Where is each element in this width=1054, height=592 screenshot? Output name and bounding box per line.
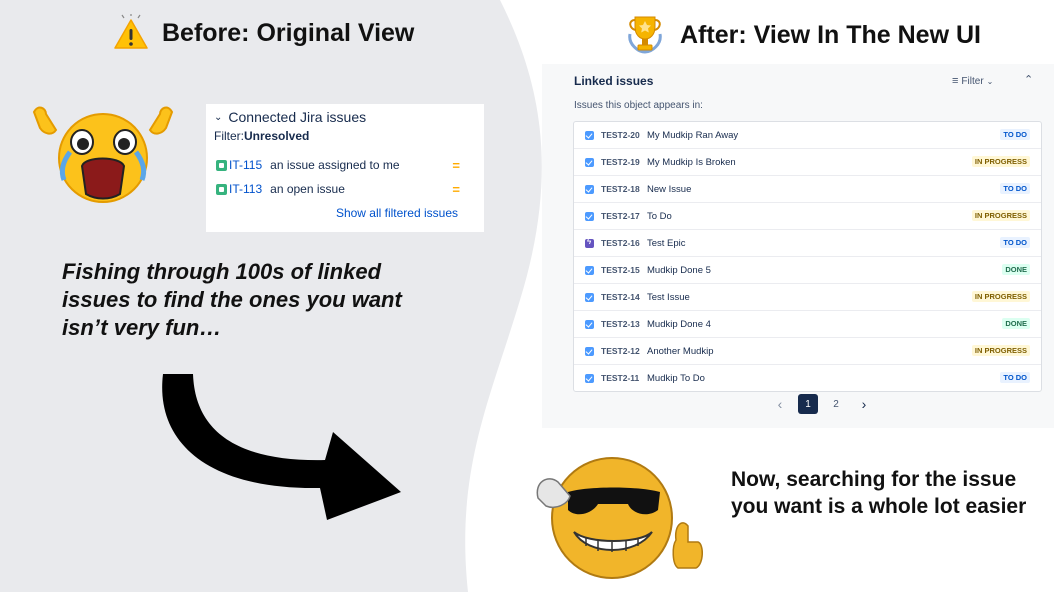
issue-key[interactable]: TEST2-16 bbox=[601, 238, 647, 248]
issue-summary: Test Epic bbox=[647, 237, 686, 249]
issue-summary: New Issue bbox=[647, 183, 692, 195]
table-row[interactable]: TEST2-14 Test Issue IN PROGRESS bbox=[574, 284, 1041, 311]
issues-subtitle: Issues this object appears in: bbox=[574, 100, 703, 111]
status-badge: IN PROGRESS bbox=[971, 210, 1030, 221]
task-checkbox-icon bbox=[585, 346, 594, 356]
linked-issues-list: TEST2-20 My Mudkip Ran Away TO DO TEST2-… bbox=[573, 121, 1042, 392]
status-badge: TO DO bbox=[1000, 372, 1030, 383]
crying-emoji-icon bbox=[32, 106, 174, 203]
before-caption: Fishing through 100s of linked issues to… bbox=[62, 259, 402, 340]
issue-summary: an open issue bbox=[270, 182, 345, 196]
epic-lightning-icon bbox=[585, 237, 594, 248]
issue-summary: My Mudkip Ran Away bbox=[647, 129, 739, 141]
warning-icon bbox=[114, 14, 148, 49]
task-checkbox-icon bbox=[585, 157, 594, 167]
table-row[interactable]: TEST2-11 Mudkip To Do TO DO bbox=[574, 365, 1041, 391]
filter-text: Filter:Unresolved bbox=[214, 129, 310, 143]
issue-key[interactable]: TEST2-20 bbox=[601, 130, 647, 140]
task-checkbox-icon bbox=[585, 319, 594, 329]
task-checkbox-icon bbox=[585, 292, 594, 302]
issue-key[interactable]: TEST2-14 bbox=[601, 292, 647, 302]
list-item[interactable]: IT-115 an issue assigned to me = bbox=[216, 156, 476, 174]
table-row[interactable]: TEST2-18 New Issue TO DO bbox=[574, 176, 1041, 203]
collapse-chevron-up-icon[interactable]: ⌃ bbox=[1024, 73, 1033, 86]
page-2-button[interactable]: 2 bbox=[826, 394, 846, 414]
table-row[interactable]: TEST2-19 My Mudkip Is Broken IN PROGRESS bbox=[574, 149, 1041, 176]
status-badge: TO DO bbox=[1000, 129, 1030, 140]
task-checkbox-icon bbox=[585, 211, 594, 221]
issue-summary: Mudkip Done 5 bbox=[647, 264, 711, 276]
show-all-filtered-link[interactable]: Show all filtered issues bbox=[336, 206, 458, 220]
issue-key-link[interactable]: IT-115 bbox=[229, 158, 262, 172]
table-row[interactable]: TEST2-20 My Mudkip Ran Away TO DO bbox=[574, 122, 1041, 149]
filter-button[interactable]: ≡ Filter ⌄ bbox=[952, 75, 993, 87]
chevron-down-icon: ⌄ bbox=[986, 76, 994, 86]
priority-medium-icon: = bbox=[452, 158, 460, 173]
filter-lines-icon: ≡ bbox=[952, 75, 959, 87]
table-row[interactable]: TEST2-17 To Do IN PROGRESS bbox=[574, 203, 1041, 230]
issue-key-link[interactable]: IT-113 bbox=[229, 182, 262, 196]
before-heading: Before: Original View bbox=[112, 14, 414, 52]
task-checkbox-icon bbox=[585, 265, 594, 275]
issue-summary: Another Mudkip bbox=[647, 345, 714, 357]
status-badge: TO DO bbox=[1000, 183, 1030, 194]
next-page-chevron-icon[interactable]: › bbox=[854, 394, 874, 414]
story-icon bbox=[216, 183, 227, 195]
status-badge: IN PROGRESS bbox=[971, 156, 1030, 167]
status-badge: DONE bbox=[1002, 264, 1030, 275]
prev-page-chevron-icon[interactable]: ‹ bbox=[770, 394, 790, 414]
status-badge: IN PROGRESS bbox=[971, 291, 1030, 302]
curved-arrow-icon bbox=[162, 374, 401, 520]
task-checkbox-icon bbox=[585, 130, 594, 140]
priority-medium-icon: = bbox=[452, 182, 460, 197]
pagination: ‹ 1 2 › bbox=[770, 394, 874, 414]
linked-issues-title: Linked issues bbox=[574, 74, 654, 88]
story-icon bbox=[216, 159, 227, 171]
task-checkbox-icon bbox=[585, 373, 594, 383]
list-item[interactable]: IT-113 an open issue = bbox=[216, 180, 476, 198]
issue-summary: Mudkip To Do bbox=[647, 372, 705, 384]
issue-summary: To Do bbox=[647, 210, 672, 222]
table-row[interactable]: TEST2-13 Mudkip Done 4 DONE bbox=[574, 311, 1041, 338]
connected-issues-header[interactable]: ⌄ Connected Jira issues bbox=[214, 109, 366, 125]
new-ui-panel: Linked issues ≡ Filter ⌄ ⌃ Issues this o… bbox=[542, 64, 1054, 428]
issue-summary: Test Issue bbox=[647, 291, 690, 303]
table-row[interactable]: TEST2-15 Mudkip Done 5 DONE bbox=[574, 257, 1041, 284]
issue-summary: My Mudkip Is Broken bbox=[647, 156, 736, 168]
issue-key[interactable]: TEST2-11 bbox=[601, 373, 647, 383]
issue-key[interactable]: TEST2-15 bbox=[601, 265, 647, 275]
after-caption: Now, searching for the issue you want is… bbox=[731, 468, 1027, 518]
chevron-down-icon: ⌄ bbox=[214, 111, 223, 123]
issue-key[interactable]: TEST2-17 bbox=[601, 211, 647, 221]
page-1-button[interactable]: 1 bbox=[798, 394, 818, 414]
issue-summary: Mudkip Done 4 bbox=[647, 318, 711, 330]
issue-summary: an issue assigned to me bbox=[270, 158, 400, 172]
after-heading: After: View In The New UI bbox=[622, 12, 981, 58]
original-view-panel: ⌄ Connected Jira issues Filter:Unresolve… bbox=[206, 104, 484, 232]
issue-key[interactable]: TEST2-19 bbox=[601, 157, 647, 167]
table-row[interactable]: TEST2-16 Test Epic TO DO bbox=[574, 230, 1041, 257]
trophy-icon bbox=[628, 16, 662, 54]
status-badge: IN PROGRESS bbox=[971, 345, 1030, 356]
task-checkbox-icon bbox=[585, 184, 594, 194]
issue-key[interactable]: TEST2-12 bbox=[601, 346, 647, 356]
table-row[interactable]: TEST2-12 Another Mudkip IN PROGRESS bbox=[574, 338, 1041, 365]
status-badge: DONE bbox=[1002, 318, 1030, 329]
issue-key[interactable]: TEST2-13 bbox=[601, 319, 647, 329]
sunglasses-thumbs-up-emoji-icon bbox=[536, 457, 703, 579]
issue-key[interactable]: TEST2-18 bbox=[601, 184, 647, 194]
status-badge: TO DO bbox=[1000, 237, 1030, 248]
